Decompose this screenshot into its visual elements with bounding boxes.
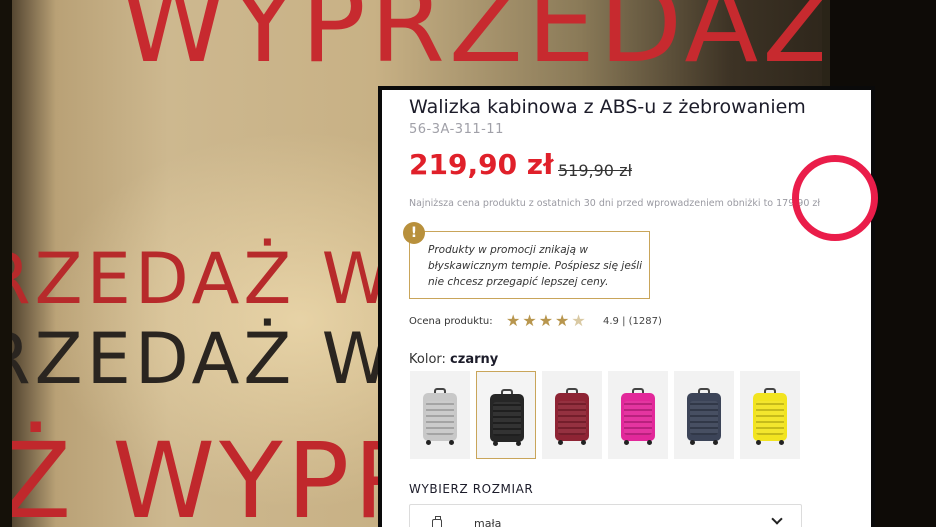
- promo-box: Produkty w promocji znikają w błyskawicz…: [409, 231, 650, 299]
- current-price: 219,90 zł: [409, 148, 554, 181]
- color-swatches: [410, 371, 800, 459]
- star-icon: ★: [522, 311, 539, 330]
- chevron-down-icon: [771, 513, 783, 525]
- sale-word-bottom: Ż WYPR: [0, 420, 430, 527]
- sale-word-row1: RZEDAŻ WY: [0, 238, 442, 320]
- size-select[interactable]: mała: [409, 504, 802, 527]
- color-label: Kolor: czarny: [409, 352, 498, 367]
- suitcase-icon: [490, 389, 524, 446]
- window-frame-left: [0, 0, 12, 527]
- star-icon: ★: [538, 311, 556, 330]
- suitcase-icon: [423, 388, 457, 445]
- swatch-burgundy[interactable]: [542, 371, 602, 459]
- lowest-price-note: Najniższa cena produktu z ostatnich 30 d…: [409, 198, 821, 209]
- rating-stars[interactable]: ★★★★★: [506, 311, 588, 330]
- color-label-text: Kolor:: [409, 352, 446, 367]
- promo-text: Produkty w promocji znikają w błyskawicz…: [428, 244, 643, 288]
- product-sku: 56-3A-311-11: [409, 122, 504, 137]
- star-icon: ★: [506, 311, 523, 330]
- suitcase-icon: [555, 388, 589, 445]
- exclamation-icon: !: [403, 222, 425, 244]
- product-title: Walizka kabinowa z ABS-u z żebrowaniem: [409, 96, 806, 118]
- swatch-silver[interactable]: [410, 371, 470, 459]
- sale-word-row2: RZEDAŻ WY: [0, 318, 442, 400]
- swatch-navy[interactable]: [674, 371, 734, 459]
- half-star-icon: ★: [571, 311, 588, 330]
- highlight-circle: [792, 155, 878, 241]
- suitcase-size-icon: [432, 516, 442, 527]
- rating-label: Ocena produktu:: [409, 316, 493, 327]
- size-value: mała: [474, 517, 502, 527]
- product-panel: Walizka kabinowa z ABS-u z żebrowaniem 5…: [378, 86, 875, 527]
- suitcase-icon: [621, 388, 655, 445]
- swatch-pink[interactable]: [608, 371, 668, 459]
- old-price: 519,90 zł: [558, 161, 633, 180]
- swatch-black[interactable]: [476, 371, 536, 459]
- sale-word-top: WYPRZEDAŻ: [120, 0, 841, 87]
- star-icon: ★: [555, 311, 572, 330]
- swatch-yellow[interactable]: [740, 371, 800, 459]
- suitcase-icon: [753, 388, 787, 445]
- size-label: WYBIERZ ROZMIAR: [409, 482, 534, 496]
- selected-color: czarny: [450, 352, 499, 367]
- suitcase-icon: [687, 388, 721, 445]
- rating-value[interactable]: 4.9 | (1287): [603, 316, 662, 327]
